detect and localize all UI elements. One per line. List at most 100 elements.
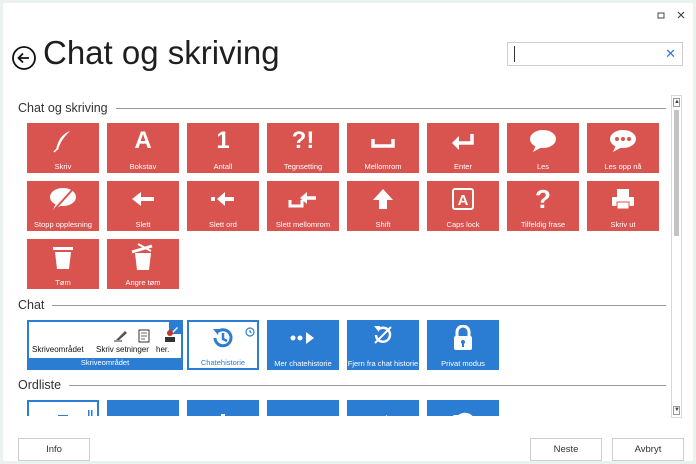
tile-ordliste-6[interactable] bbox=[427, 400, 499, 416]
tiles-area: Chat og skriving Skriv A Bokstav 1 Antal… bbox=[3, 95, 669, 416]
tile-label: Skriv ut bbox=[610, 220, 636, 229]
tile-les-opp-na[interactable]: Les opp nå bbox=[587, 123, 659, 173]
badge-icon bbox=[87, 404, 95, 416]
tile-tilfeldig-frase[interactable]: ? Tilfeldig frase bbox=[507, 181, 579, 231]
caps-lock-icon: A bbox=[427, 185, 499, 213]
tile-ordliste-1[interactable] bbox=[27, 400, 99, 416]
tile-label: Slett bbox=[135, 220, 151, 229]
next-button[interactable]: Neste bbox=[530, 438, 602, 461]
document-icon bbox=[138, 329, 150, 343]
back-button[interactable] bbox=[11, 45, 37, 71]
section-title: Ordliste bbox=[18, 378, 62, 392]
tile-label: Mellomrom bbox=[364, 162, 402, 171]
tile-slett[interactable]: Slett bbox=[107, 181, 179, 231]
stop-speech-icon bbox=[27, 185, 99, 213]
x-icon bbox=[267, 406, 339, 416]
tile-label: Shift bbox=[375, 220, 391, 229]
letter-a-icon: A bbox=[134, 127, 152, 154]
scroll-down-icon[interactable]: ▼ bbox=[673, 406, 680, 415]
tile-angre-tom[interactable]: Angre tøm bbox=[107, 239, 179, 289]
tile-stopp-opplesning[interactable]: Stopp opplesning bbox=[27, 181, 99, 231]
tile-slett-mellomrom[interactable]: Slett mellomrom bbox=[267, 181, 339, 231]
section-title: Chat bbox=[18, 298, 45, 312]
section-header-chat-og-skriving: Chat og skriving bbox=[18, 100, 666, 116]
undo-icon bbox=[427, 406, 499, 416]
scroll-up-icon[interactable]: ▲ bbox=[673, 98, 680, 107]
enter-icon bbox=[427, 127, 499, 155]
page-title: Chat og skriving bbox=[43, 34, 280, 71]
tile-tom[interactable]: Tøm bbox=[27, 239, 99, 289]
clear-icon[interactable]: ✕ bbox=[665, 47, 676, 61]
tile-ordliste-4[interactable] bbox=[267, 400, 339, 416]
plus-icon bbox=[187, 406, 259, 416]
section-header-chat: Chat bbox=[18, 297, 666, 313]
backspace-arrow-icon bbox=[107, 185, 179, 213]
punctuation-icon: ?! bbox=[291, 127, 315, 154]
tile-label: Tegnsetting bbox=[283, 162, 323, 171]
delete-space-icon bbox=[267, 185, 339, 213]
tile-ordliste-5[interactable] bbox=[347, 400, 419, 416]
tile-mer-chatehistorie[interactable]: Mer chatehistorie bbox=[267, 320, 339, 370]
hand-writing-icon bbox=[114, 331, 127, 342]
tile-label: Les opp nå bbox=[604, 162, 642, 171]
redo-icon bbox=[347, 406, 419, 416]
preview-text: Skriveområdet bbox=[32, 345, 84, 354]
tile-label: Bokstav bbox=[129, 162, 157, 171]
shift-arrow-icon bbox=[347, 185, 419, 213]
minimize-icon[interactable] bbox=[652, 9, 670, 25]
svg-text:A: A bbox=[458, 192, 469, 209]
more-icon bbox=[107, 406, 179, 416]
tile-label: Skriveområdet bbox=[29, 358, 181, 368]
tile-les[interactable]: Les bbox=[507, 123, 579, 173]
tile-skriv[interactable]: Skriv bbox=[27, 123, 99, 173]
space-icon bbox=[347, 127, 419, 155]
tile-label: Les bbox=[536, 162, 550, 171]
close-icon[interactable] bbox=[672, 9, 690, 25]
speech-bubble-dots-icon bbox=[587, 127, 659, 155]
question-mark-icon: ? bbox=[535, 183, 551, 214]
section-title: Chat og skriving bbox=[18, 101, 108, 115]
scrollbar-thumb[interactable] bbox=[674, 110, 679, 236]
printer-icon bbox=[587, 185, 659, 213]
person-icon bbox=[165, 330, 175, 342]
speech-bubble-icon bbox=[507, 127, 579, 155]
tile-ordliste-2[interactable] bbox=[107, 400, 179, 416]
tile-label: Stopp opplesning bbox=[34, 220, 92, 229]
tile-tegnsetting[interactable]: ?! Tegnsetting bbox=[267, 123, 339, 173]
tile-label: Enter bbox=[454, 162, 472, 171]
dialog-window: Chat og skriving ✕ ▲ ▼ Chat og skriving … bbox=[3, 3, 693, 461]
tile-mellomrom[interactable]: Mellomrom bbox=[347, 123, 419, 173]
trash-icon bbox=[27, 243, 99, 271]
tile-antall[interactable]: 1 Antall bbox=[187, 123, 259, 173]
tile-label: Chatehistorie bbox=[200, 358, 246, 367]
tile-label: Privat modus bbox=[441, 359, 485, 368]
tile-label: Tilfeldig frase bbox=[520, 220, 566, 229]
tile-shift[interactable]: Shift bbox=[347, 181, 419, 231]
search-input[interactable] bbox=[512, 45, 662, 63]
tile-chatehistorie[interactable]: Chatehistorie bbox=[187, 320, 259, 370]
tile-skriveomradet[interactable]: Skriveområdet Skriv setninger her. Skriv… bbox=[27, 320, 183, 370]
tile-caps-lock[interactable]: A Caps lock bbox=[427, 181, 499, 231]
scrollbar[interactable]: ▲ ▼ bbox=[671, 95, 682, 418]
cancel-button[interactable]: Avbryt bbox=[612, 438, 684, 461]
tile-label: Fjern fra chat historie bbox=[347, 359, 419, 368]
undo-trash-icon bbox=[107, 243, 179, 271]
quill-icon bbox=[27, 127, 99, 155]
tile-label: Angre tøm bbox=[125, 278, 161, 287]
lock-icon bbox=[427, 324, 499, 352]
tile-label: Tøm bbox=[55, 278, 71, 287]
tile-bokstav[interactable]: A Bokstav bbox=[107, 123, 179, 173]
tile-label: Slett mellomrom bbox=[275, 220, 331, 229]
tile-skriv-ut[interactable]: Skriv ut bbox=[587, 181, 659, 231]
tile-label: Caps lock bbox=[446, 220, 480, 229]
more-history-icon bbox=[267, 324, 339, 352]
search-box[interactable]: ✕ bbox=[507, 42, 683, 66]
delete-word-icon bbox=[187, 185, 259, 213]
tile-fjern-fra-chat-historie[interactable]: Fjern fra chat historie bbox=[347, 320, 419, 370]
info-button[interactable]: Info bbox=[18, 438, 90, 461]
number-one-icon: 1 bbox=[216, 127, 230, 154]
tile-ordliste-3[interactable] bbox=[187, 400, 259, 416]
tile-enter[interactable]: Enter bbox=[427, 123, 499, 173]
tile-privat-modus[interactable]: Privat modus bbox=[427, 320, 499, 370]
tile-slett-ord[interactable]: Slett ord bbox=[187, 181, 259, 231]
